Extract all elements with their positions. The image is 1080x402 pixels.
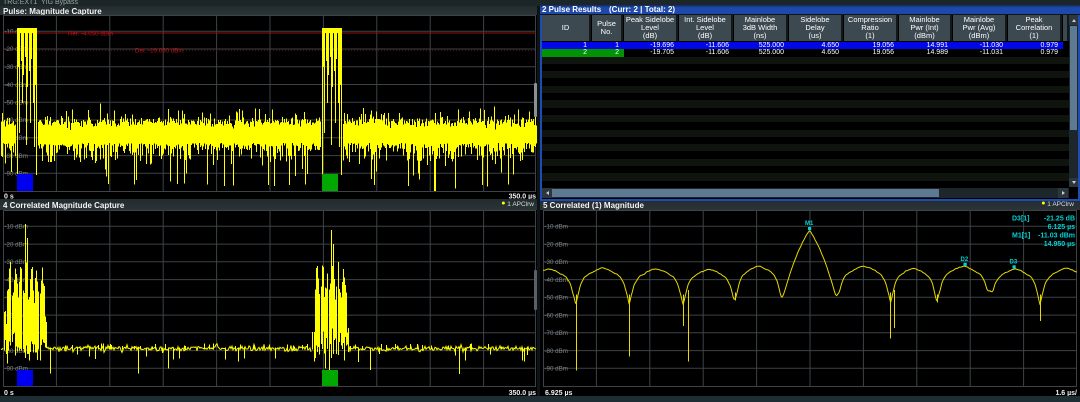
svg-text:-20 dBm: -20 dBm (545, 241, 568, 248)
svg-text:-10 dBm: -10 dBm (545, 224, 568, 231)
svg-text:-40 dBm: -40 dBm (5, 82, 28, 89)
svg-text:Det. -19.050 dBm: Det. -19.050 dBm (135, 48, 184, 55)
svg-text:-80 dBm: -80 dBm (5, 153, 28, 160)
svg-text:-70 dBm: -70 dBm (545, 330, 568, 337)
svg-text:D2: D2 (961, 257, 969, 263)
svg-text:-21.25 dB: -21.25 dB (1044, 216, 1075, 223)
svg-text:-50 dBm: -50 dBm (5, 100, 28, 107)
svg-text:M1: M1 (805, 221, 814, 227)
svg-text:-30 dBm: -30 dBm (5, 259, 28, 266)
svg-text:-11.03 dBm: -11.03 dBm (1038, 233, 1075, 240)
svg-text:6.125 µs: 6.125 µs (1048, 224, 1075, 231)
svg-text:-10 dBm: -10 dBm (5, 224, 28, 231)
svg-text:-20 dBm: -20 dBm (5, 46, 28, 53)
svg-text:Ref. -4.050 dBm: Ref. -4.050 dBm (68, 30, 113, 37)
svg-text:-30 dBm: -30 dBm (545, 259, 568, 266)
svg-text:-60 dBm: -60 dBm (5, 117, 28, 124)
svg-text:-30 dBm: -30 dBm (5, 64, 28, 71)
svg-text:-40 dBm: -40 dBm (545, 277, 568, 284)
svg-text:14.950 µs: 14.950 µs (1044, 241, 1075, 248)
svg-text:-80 dBm: -80 dBm (545, 348, 568, 355)
svg-text:-50 dBm: -50 dBm (545, 295, 568, 302)
svg-text:-60 dBm: -60 dBm (545, 312, 568, 319)
svg-text:M1[1]: M1[1] (1012, 233, 1030, 240)
svg-text:D3: D3 (1010, 259, 1018, 265)
svg-text:-20 dBm: -20 dBm (5, 241, 28, 248)
svg-text:D3[1]: D3[1] (1012, 216, 1030, 223)
svg-text:-90 dBm: -90 dBm (545, 366, 568, 373)
